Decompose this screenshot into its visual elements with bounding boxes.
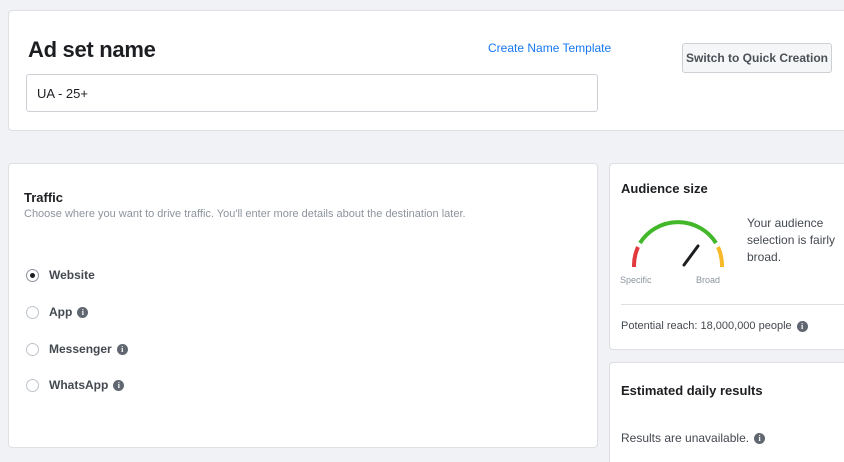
traffic-option-label: Messenger: [49, 342, 112, 356]
audience-description: Your audience selection is fairly broad.: [747, 216, 836, 264]
traffic-option-app[interactable]: App i: [26, 304, 89, 320]
gauge-segment-broad: [716, 246, 724, 268]
switch-to-quick-creation-button[interactable]: Switch to Quick Creation: [682, 43, 832, 73]
info-icon[interactable]: i: [796, 320, 808, 332]
estimated-results-title: Estimated daily results: [621, 383, 763, 398]
potential-reach-text: Potential reach: 18,000,000 people: [621, 320, 792, 332]
radio-checked-icon[interactable]: [26, 268, 39, 282]
info-icon[interactable]: i: [77, 306, 89, 318]
info-icon[interactable]: i: [754, 432, 766, 444]
traffic-card: Traffic Choose where you want to drive t…: [8, 163, 598, 448]
potential-reach-row: Potential reach: 18,000,000 people i: [621, 320, 808, 332]
adset-name-input[interactable]: [26, 74, 598, 112]
results-unavailable-text: Results are unavailable.: [621, 431, 750, 445]
gauge-specific-label: Specific: [620, 275, 652, 285]
info-icon[interactable]: i: [113, 379, 125, 391]
traffic-option-messenger[interactable]: Messenger i: [26, 341, 128, 357]
audience-gauge: [632, 220, 724, 268]
traffic-title: Traffic: [24, 190, 64, 205]
divider: [621, 304, 844, 305]
traffic-description: Choose where you want to drive traffic. …: [24, 208, 466, 220]
create-name-template-link[interactable]: Create Name Template: [488, 41, 611, 55]
radio-unchecked-icon[interactable]: [26, 378, 39, 392]
traffic-option-label: WhatsApp: [49, 378, 109, 392]
results-row: Results are unavailable. i: [621, 431, 766, 445]
traffic-option-website[interactable]: Website: [26, 267, 95, 283]
traffic-option-whatsapp[interactable]: WhatsApp i: [26, 377, 125, 393]
traffic-option-label: App: [49, 305, 73, 319]
radio-unchecked-icon[interactable]: [26, 305, 39, 319]
gauge-needle: [682, 244, 700, 267]
gauge-segment-defined: [638, 220, 718, 245]
estimated-daily-results-card: Estimated daily results Results are unav…: [609, 362, 844, 462]
audience-size-card: Audience size Specific Broad Your audien…: [609, 163, 844, 350]
gauge-segment-specific: [632, 246, 640, 268]
radio-unchecked-icon[interactable]: [26, 342, 39, 356]
gauge-broad-label: Broad: [696, 275, 721, 285]
traffic-option-label: Website: [49, 268, 95, 282]
adset-name-card: Ad set name Create Name Template Switch …: [8, 10, 844, 131]
adset-name-title: Ad set name: [28, 37, 156, 62]
info-icon[interactable]: i: [116, 343, 128, 355]
audience-size-title: Audience size: [621, 181, 708, 196]
